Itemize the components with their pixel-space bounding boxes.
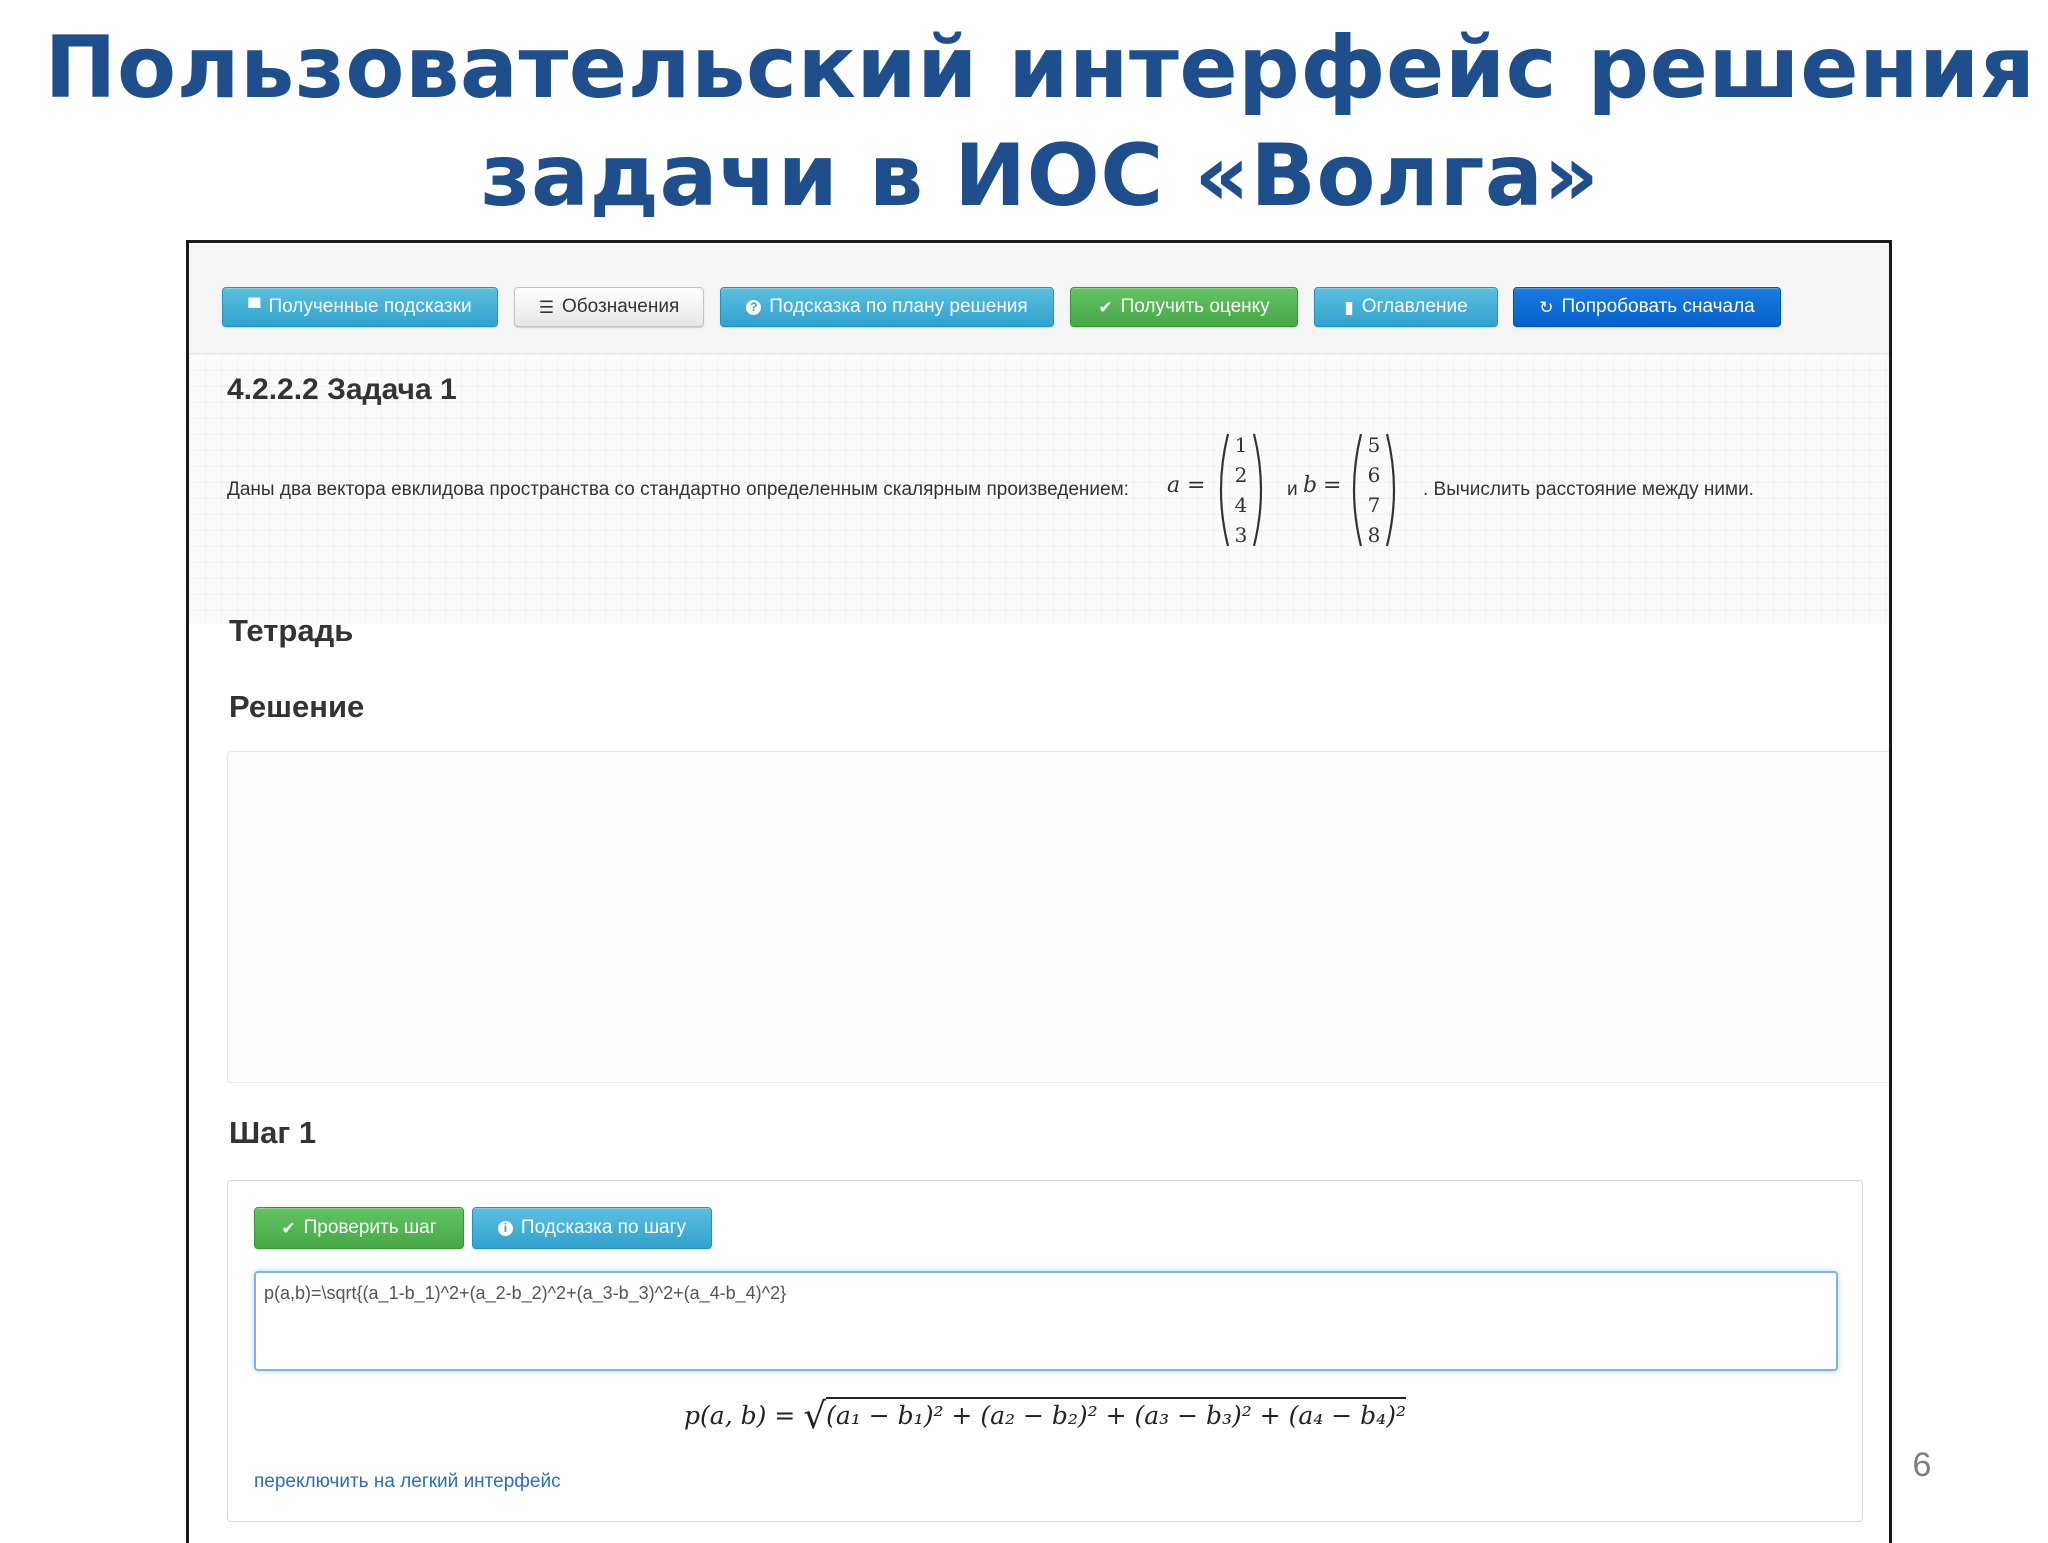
received-hints-button[interactable]: ▀ Полученные подсказки bbox=[222, 287, 498, 327]
step-heading: Шаг 1 bbox=[229, 1115, 317, 1150]
task-question: . Вычислить расстояние между ними. bbox=[1423, 479, 1754, 500]
task-statement: Даны два вектора евклидова пространства … bbox=[227, 479, 1129, 500]
get-grade-button[interactable]: ✔ Получить оценку bbox=[1070, 287, 1298, 327]
page-number: 6 bbox=[1912, 1446, 1932, 1484]
contents-button[interactable]: ▮ Оглавление bbox=[1314, 287, 1498, 327]
equals-sign: = bbox=[1323, 473, 1342, 498]
comment-icon: ▀ bbox=[248, 297, 261, 317]
check-step-label: Проверить шаг bbox=[303, 1217, 437, 1238]
info-circle-icon: i bbox=[497, 1220, 513, 1236]
book-icon: ▮ bbox=[1344, 297, 1354, 317]
get-grade-label: Получить оценку bbox=[1120, 296, 1270, 317]
list-icon: ☰ bbox=[538, 297, 554, 317]
vector-a-symbol: a bbox=[1167, 473, 1181, 498]
check-icon: ✔ bbox=[281, 1218, 296, 1238]
slide-title-line-2: задачи в ИОС «Волга» bbox=[480, 126, 1600, 226]
formula-input[interactable]: p(a,b)=\sqrt{(a_1-b_1)^2+(a_2-b_2)^2+(a_… bbox=[254, 1271, 1838, 1371]
switch-to-easy-interface-link[interactable]: переключить на легкий интерфейс bbox=[254, 1471, 561, 1493]
vector-b-entry: 6 bbox=[1367, 463, 1381, 487]
vector-a-entry: 2 bbox=[1234, 463, 1248, 487]
refresh-icon: ↻ bbox=[1539, 297, 1554, 317]
notebook-heading: Тетрадь bbox=[229, 613, 354, 648]
received-hints-label: Полученные подсказки bbox=[268, 296, 472, 317]
vector-b: 5 6 7 8 bbox=[1349, 431, 1399, 549]
step-panel: ✔ Проверить шаг i Подсказка по шагу p(a,… bbox=[227, 1180, 1863, 1522]
app-screenshot-frame: ▀ Полученные подсказки ☰ Обозначения ? П… bbox=[186, 240, 1892, 1543]
task-title: 4.2.2.2 Задача 1 bbox=[227, 373, 457, 406]
rendered-formula: p(a, b) = √(a₁ − b₁)² + (a₂ − b₂)² + (a₃… bbox=[228, 1396, 1862, 1437]
solution-area[interactable] bbox=[227, 751, 1889, 1083]
contents-label: Оглавление bbox=[1361, 296, 1468, 317]
equals-sign: = bbox=[1187, 473, 1206, 498]
try-again-label: Попробовать сначала bbox=[1561, 296, 1755, 317]
conjunction: и bbox=[1287, 479, 1298, 500]
vector-b-entry: 8 bbox=[1367, 523, 1381, 547]
slide-title-line-1: Пользовательский интерфейс решения bbox=[44, 18, 2036, 118]
formula-lhs: p(a, b) = bbox=[684, 1401, 796, 1430]
notations-button[interactable]: ☰ Обозначения bbox=[514, 287, 704, 327]
vector-b-symbol: b bbox=[1303, 473, 1318, 498]
slide-title: Пользовательский интерфейс решения задач… bbox=[0, 14, 2048, 230]
step-hint-button[interactable]: i Подсказка по шагу bbox=[472, 1207, 712, 1249]
vector-b-entry: 5 bbox=[1367, 433, 1381, 457]
vector-a-entry: 3 bbox=[1234, 523, 1248, 547]
sqrt-symbol: √ bbox=[803, 1396, 827, 1437]
formula-radicand: (a₁ − b₁)² + (a₂ − b₂)² + (a₃ − b₃)² + (… bbox=[826, 1397, 1406, 1430]
try-again-button[interactable]: ↻ Попробовать сначала bbox=[1513, 287, 1781, 327]
check-step-button[interactable]: ✔ Проверить шаг bbox=[254, 1207, 464, 1249]
plan-hint-label: Подсказка по плану решения bbox=[769, 296, 1028, 317]
toolbar: ▀ Полученные подсказки ☰ Обозначения ? П… bbox=[189, 243, 1889, 354]
vector-a: 1 2 4 3 bbox=[1216, 431, 1266, 549]
vector-a-entry: 1 bbox=[1234, 433, 1248, 457]
vector-a-entry: 4 bbox=[1234, 493, 1248, 517]
plan-hint-button[interactable]: ? Подсказка по плану решения bbox=[720, 287, 1054, 327]
step-hint-label: Подсказка по шагу bbox=[520, 1217, 687, 1238]
notations-label: Обозначения bbox=[562, 296, 680, 317]
check-icon: ✔ bbox=[1098, 297, 1113, 317]
question-circle-icon: ? bbox=[746, 299, 762, 315]
solution-heading: Решение bbox=[229, 689, 365, 724]
vector-b-entry: 7 bbox=[1367, 493, 1381, 517]
